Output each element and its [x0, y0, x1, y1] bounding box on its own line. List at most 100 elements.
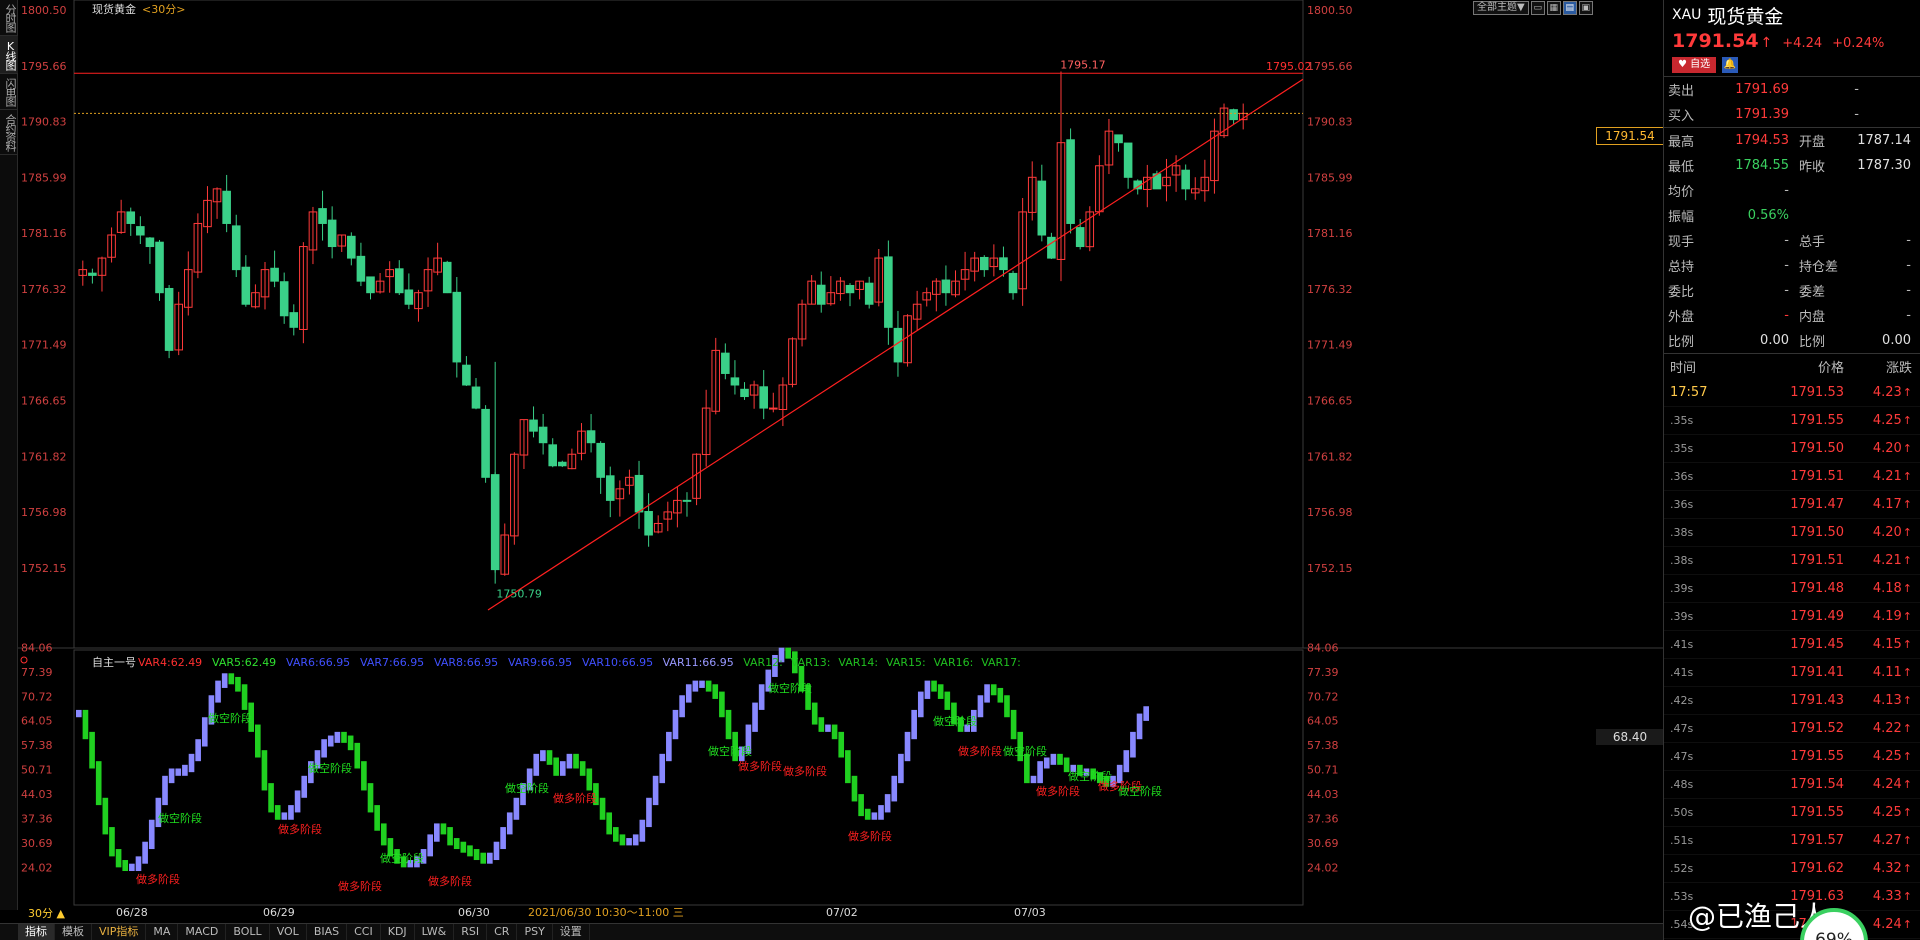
indicator-bar	[148, 819, 155, 850]
template-tab[interactable]: 模板	[55, 924, 92, 940]
cr-button[interactable]: CR	[487, 924, 518, 940]
add-favorite-button[interactable]: ♥ 自选	[1672, 57, 1717, 73]
indicator-bar	[546, 750, 553, 765]
tick-row[interactable]: .38s 1791.50 4.20↑	[1664, 519, 1920, 547]
candle	[816, 284, 826, 305]
tick-row[interactable]: .47s 1791.52 4.22↑	[1664, 715, 1920, 743]
y-tick-left: 1766.65	[21, 395, 67, 408]
up-arrow-icon: ↑	[1902, 386, 1912, 399]
indicator-tab[interactable]: 指标	[18, 924, 55, 940]
tick-table[interactable]: 17:57 1791.53 4.23↑ .35s 1791.55 4.25↑ .35s 179…	[1664, 379, 1920, 939]
indicator-bar	[361, 761, 367, 791]
stat-value: -	[1906, 258, 1911, 273]
stat-row: 委比 - 委差 -	[1664, 278, 1920, 303]
tick-row[interactable]: .41s 1791.45 4.15↑	[1664, 631, 1920, 659]
settings-button[interactable]: 设置	[553, 924, 590, 940]
indicator-var: VAR5:62.49	[212, 656, 276, 669]
indicator-bar	[540, 750, 546, 762]
indicator-bar	[1123, 750, 1130, 773]
tick-row[interactable]: .51s 1791.57 4.27↑	[1664, 827, 1920, 855]
up-arrow-icon: ↑	[1902, 666, 1912, 679]
chart-area[interactable]: 1800.50 1800.50 1795.66 1795.66 1790.83 1790.…	[18, 0, 1664, 920]
chart-mode-icon[interactable]: ▤	[1562, 1, 1577, 15]
indicator-bar	[135, 856, 142, 872]
kdj-button[interactable]: KDJ	[381, 924, 415, 940]
ma-button[interactable]: MA	[146, 924, 179, 940]
kline-chart[interactable]: 1800.50 1800.50 1795.66 1795.66 1790.83 1790.…	[18, 0, 1663, 923]
up-arrow-icon: ↑	[1902, 498, 1912, 511]
indicator-bar	[142, 841, 148, 864]
indicator-bar	[858, 794, 864, 817]
tab-timeshare[interactable]: 分时图	[0, 0, 18, 36]
stat-row: 比例 0.00 比例 0.00	[1664, 328, 1920, 353]
rsi-button[interactable]: RSI	[454, 924, 488, 940]
candle	[730, 377, 740, 386]
candle	[529, 419, 538, 432]
candle	[289, 312, 299, 328]
theme-dropdown[interactable]: 全部主题▼	[1473, 1, 1529, 15]
boll-button[interactable]: BOLL	[226, 924, 270, 940]
tick-row[interactable]: .48s 1791.54 4.24↑	[1664, 771, 1920, 799]
layout-icon[interactable]: ▭	[1530, 1, 1545, 15]
phase-label: 做空阶段	[1118, 784, 1162, 798]
candle	[164, 287, 174, 351]
up-arrow-icon: ↑	[1902, 778, 1912, 791]
indicator-bar	[659, 753, 666, 784]
indicator-bar	[845, 750, 851, 784]
settings-icon[interactable]: ▣	[1578, 1, 1593, 15]
tab-kline[interactable]: K线图	[0, 36, 18, 74]
stat-label: 均价	[1668, 185, 1695, 200]
tick-price: 1791.41	[1790, 665, 1844, 680]
bias-button[interactable]: BIAS	[307, 924, 348, 940]
tick-change: 4.32↑	[1872, 861, 1912, 876]
tick-row[interactable]: .47s 1791.55 4.25↑	[1664, 743, 1920, 771]
tick-row[interactable]: .36s 1791.51 4.21↑	[1664, 463, 1920, 491]
cci-button[interactable]: CCI	[347, 924, 381, 940]
tick-time: .41s	[1670, 638, 1694, 651]
tick-row[interactable]: .38s 1791.51 4.21↑	[1664, 547, 1920, 575]
vip-indicator-tab[interactable]: VIP指标	[92, 924, 147, 940]
indicator-var: VAR14:	[838, 656, 878, 669]
tick-row[interactable]: .39s 1791.49 4.19↑	[1664, 603, 1920, 631]
indicator-bar	[354, 742, 361, 769]
grid-icon[interactable]: ▦	[1546, 1, 1561, 15]
indicator-bar	[321, 739, 327, 758]
tick-row[interactable]: .35s 1791.50 4.20↑	[1664, 435, 1920, 463]
indicator-bar	[221, 673, 228, 688]
psy-button[interactable]: PSY	[517, 924, 553, 940]
tick-row[interactable]: 17:57 1791.53 4.23↑	[1664, 379, 1920, 407]
vol-button[interactable]: VOL	[270, 924, 307, 940]
lw-button[interactable]: LW&	[415, 924, 455, 940]
indicator-bar	[705, 680, 712, 692]
osc-tick-left: 84.06	[21, 641, 53, 654]
tab-contract-info[interactable]: 合约资料	[0, 110, 18, 155]
tick-price: 1791.57	[1790, 833, 1844, 848]
tick-row[interactable]: .42s 1791.43 4.13↑	[1664, 687, 1920, 715]
osc-tick-left: 57.38	[21, 739, 53, 752]
tick-row[interactable]: .35s 1791.55 4.25↑	[1664, 407, 1920, 435]
macd-button[interactable]: MACD	[178, 924, 227, 940]
bell-icon[interactable]: 🔔	[1722, 57, 1739, 73]
phase-label: 做多阶段	[783, 764, 827, 778]
stat-row: 外盘 - 内盘 -	[1664, 303, 1920, 328]
candle	[155, 241, 164, 294]
tick-price: 1791.51	[1790, 469, 1844, 484]
tick-row[interactable]: .41s 1791.41 4.11↑	[1664, 659, 1920, 687]
phase-label: 做多阶段	[958, 744, 1002, 758]
tick-change: 4.13↑	[1872, 693, 1912, 708]
tick-row[interactable]: .50s 1791.55 4.25↑	[1664, 799, 1920, 827]
tick-change: 4.23↑	[1872, 385, 1912, 400]
indicator-var: VAR13:	[791, 656, 831, 669]
indicator-bar	[685, 684, 692, 703]
tick-change: 4.25↑	[1872, 749, 1912, 764]
tick-row[interactable]: .36s 1791.47 4.17↑	[1664, 491, 1920, 519]
tick-row[interactable]: .39s 1791.48 4.18↑	[1664, 575, 1920, 603]
phase-label: 做空阶段	[158, 811, 202, 825]
stat-label: 持仓差	[1799, 260, 1839, 275]
tab-flash[interactable]: 闪电图	[0, 74, 18, 110]
indicator-bar	[188, 753, 195, 773]
stat-label: 委差	[1799, 285, 1826, 300]
osc-tick-left: 30.69	[21, 837, 53, 850]
tick-row[interactable]: .52s 1791.62 4.32↑	[1664, 855, 1920, 883]
indicator-bar	[76, 709, 82, 718]
